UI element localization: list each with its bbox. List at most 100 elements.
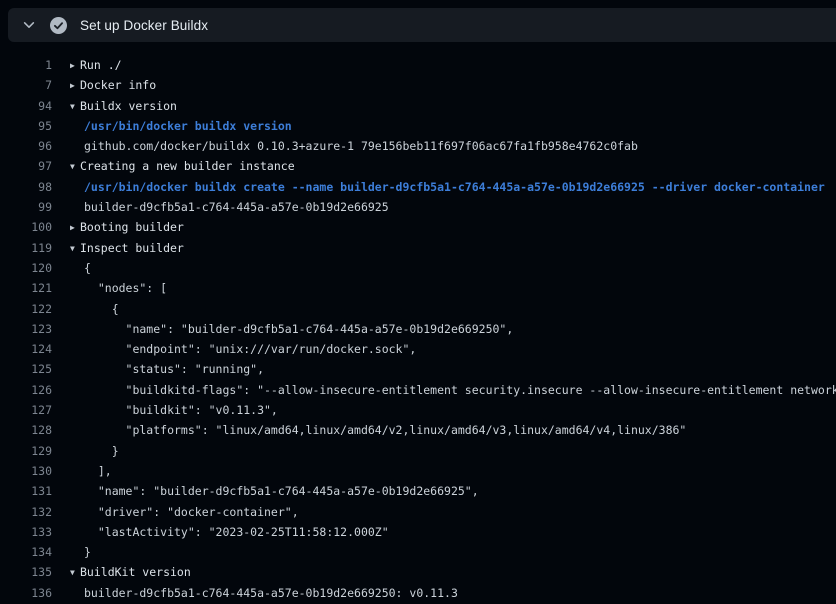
line-content: } <box>70 542 91 562</box>
output-text: ], <box>84 464 112 478</box>
line-content: ▼Buildx version <box>70 96 177 116</box>
log-row: 123 "name": "builder-d9cfb5a1-c764-445a-… <box>0 319 836 339</box>
line-number[interactable]: 126 <box>8 380 52 400</box>
log-row: 124 "endpoint": "unix:///var/run/docker.… <box>0 339 836 359</box>
line-number[interactable]: 128 <box>8 420 52 440</box>
line-number[interactable]: 133 <box>8 522 52 542</box>
line-content: builder-d9cfb5a1-c764-445a-a57e-0b19d2e6… <box>70 583 458 603</box>
chevron-down-icon[interactable] <box>20 16 38 34</box>
line-content: { <box>70 299 119 319</box>
line-number[interactable]: 98 <box>8 177 52 197</box>
line-number[interactable]: 122 <box>8 299 52 319</box>
triangle-down-icon[interactable]: ▼ <box>70 157 80 176</box>
output-text: } <box>84 545 91 559</box>
log-group-row[interactable]: 1 ▶Run ./ <box>0 55 836 75</box>
log-row: 122 { <box>0 299 836 319</box>
step-header[interactable]: Set up Docker Buildx <box>8 8 836 42</box>
line-number[interactable]: 97 <box>8 156 52 176</box>
line-number[interactable]: 96 <box>8 136 52 156</box>
line-number[interactable]: 127 <box>8 400 52 420</box>
log-row: 95/usr/bin/docker buildx version <box>0 116 836 136</box>
line-number[interactable]: 120 <box>8 258 52 278</box>
log-group-row[interactable]: 100 ▶Booting builder <box>0 217 836 237</box>
line-content: ], <box>70 461 112 481</box>
log-row: 98/usr/bin/docker buildx create --name b… <box>0 177 836 197</box>
line-number[interactable]: 134 <box>8 542 52 562</box>
output-text: builder-d9cfb5a1-c764-445a-a57e-0b19d2e6… <box>84 200 389 214</box>
output-text: "buildkit": "v0.11.3", <box>84 403 278 417</box>
log-group-row[interactable]: 94 ▼Buildx version <box>0 96 836 116</box>
group-title: Docker info <box>80 78 156 92</box>
group-title: BuildKit version <box>80 565 191 579</box>
line-content: ▶Docker info <box>70 75 156 95</box>
line-content: ▼Creating a new builder instance <box>70 156 295 176</box>
line-content: github.com/docker/buildx 0.10.3+azure-1 … <box>70 136 638 156</box>
triangle-right-icon[interactable]: ▶ <box>70 56 80 75</box>
log-row: 128 "platforms": "linux/amd64,linux/amd6… <box>0 420 836 440</box>
line-content: } <box>70 441 119 461</box>
line-content: /usr/bin/docker buildx version <box>70 116 292 136</box>
command-text: /usr/bin/docker buildx version <box>84 119 292 133</box>
line-number[interactable]: 135 <box>8 562 52 582</box>
output-text: "name": "builder-d9cfb5a1-c764-445a-a57e… <box>84 484 479 498</box>
line-number[interactable]: 99 <box>8 197 52 217</box>
command-text: /usr/bin/docker buildx create --name bui… <box>84 180 825 194</box>
log-row: 96 github.com/docker/buildx 0.10.3+azure-… <box>0 136 836 156</box>
log-group-row[interactable]: 135 ▼BuildKit version <box>0 562 836 582</box>
log-row: 132 "driver": "docker-container", <box>0 502 836 522</box>
log-group-row[interactable]: 7 ▶Docker info <box>0 75 836 95</box>
triangle-down-icon[interactable]: ▼ <box>70 97 80 116</box>
line-number[interactable]: 121 <box>8 278 52 298</box>
output-text: github.com/docker/buildx 0.10.3+azure-1 … <box>84 139 638 153</box>
line-number[interactable]: 123 <box>8 319 52 339</box>
line-number[interactable]: 7 <box>8 75 52 95</box>
log-lines: 1▶Run ./7▶Docker info94▼Buildx version95… <box>0 42 836 604</box>
line-content: ▼BuildKit version <box>70 562 191 582</box>
output-text: "buildkitd-flags": "--allow-insecure-ent… <box>84 383 836 397</box>
log-row: 121 "nodes": [ <box>0 278 836 298</box>
line-number[interactable]: 119 <box>8 238 52 258</box>
log-row: 129 } <box>0 441 836 461</box>
line-number[interactable]: 132 <box>8 502 52 522</box>
line-number[interactable]: 136 <box>8 583 52 603</box>
line-content: "lastActivity": "2023-02-25T11:58:12.000… <box>70 522 389 542</box>
line-number[interactable]: 124 <box>8 339 52 359</box>
group-title: Buildx version <box>80 99 177 113</box>
line-content: ▼Inspect builder <box>70 238 184 258</box>
line-number[interactable]: 131 <box>8 481 52 501</box>
output-text: "status": "running", <box>84 362 264 376</box>
log-group-row[interactable]: 119 ▼Inspect builder <box>0 238 836 258</box>
log-row: 131 "name": "builder-d9cfb5a1-c764-445a-… <box>0 481 836 501</box>
triangle-down-icon[interactable]: ▼ <box>70 563 80 582</box>
output-text: { <box>84 302 119 316</box>
line-number[interactable]: 100 <box>8 217 52 237</box>
line-number[interactable]: 1 <box>8 55 52 75</box>
log-row: 127 "buildkit": "v0.11.3", <box>0 400 836 420</box>
triangle-right-icon[interactable]: ▶ <box>70 218 80 237</box>
line-number[interactable]: 94 <box>8 96 52 116</box>
actions-log-viewer: { "colors": { "page-bg": "#02060c", "hea… <box>0 0 836 604</box>
log-row: 99 builder-d9cfb5a1-c764-445a-a57e-0b19d2… <box>0 197 836 217</box>
line-number[interactable]: 95 <box>8 116 52 136</box>
line-content: { <box>70 258 91 278</box>
line-number[interactable]: 125 <box>8 359 52 379</box>
output-text: "platforms": "linux/amd64,linux/amd64/v2… <box>84 423 686 437</box>
group-title: Run ./ <box>80 58 122 72</box>
line-content: "buildkit": "v0.11.3", <box>70 400 278 420</box>
triangle-right-icon[interactable]: ▶ <box>70 76 80 95</box>
line-content: "driver": "docker-container", <box>70 502 299 522</box>
step-title: Set up Docker Buildx <box>80 18 208 33</box>
line-content: "buildkitd-flags": "--allow-insecure-ent… <box>70 380 836 400</box>
output-text: "endpoint": "unix:///var/run/docker.sock… <box>84 342 416 356</box>
output-text: "name": "builder-d9cfb5a1-c764-445a-a57e… <box>84 322 513 336</box>
triangle-down-icon[interactable]: ▼ <box>70 239 80 258</box>
group-title: Inspect builder <box>80 241 184 255</box>
line-number[interactable]: 129 <box>8 441 52 461</box>
line-content: ▶Booting builder <box>70 217 184 237</box>
check-circle-icon <box>50 17 67 34</box>
line-content: builder-d9cfb5a1-c764-445a-a57e-0b19d2e6… <box>70 197 389 217</box>
log-row: 120 { <box>0 258 836 278</box>
line-number[interactable]: 130 <box>8 461 52 481</box>
log-group-row[interactable]: 97 ▼Creating a new builder instance <box>0 156 836 176</box>
line-content: /usr/bin/docker buildx create --name bui… <box>70 177 825 197</box>
